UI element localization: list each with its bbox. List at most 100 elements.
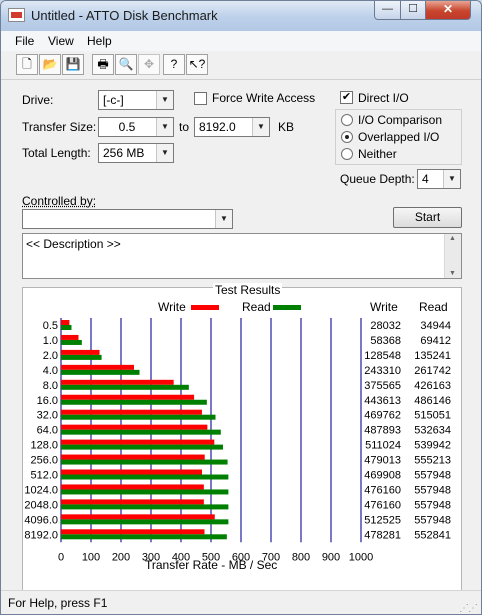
read-bar — [61, 414, 216, 420]
io-comparison-label: I/O Comparison — [358, 113, 443, 127]
kb-label: KB — [278, 120, 295, 134]
transfer-size-from-select[interactable]: 0.5 ▼ — [98, 117, 174, 137]
queue-depth-select[interactable]: 4 ▼ — [417, 169, 461, 189]
description-box[interactable]: << Description >> ▲ ▼ — [22, 233, 462, 279]
read-bar — [61, 474, 229, 480]
read-value: 532634 — [414, 425, 451, 437]
y-tick-label: 32.0 — [37, 410, 58, 422]
menu-file[interactable]: File — [15, 34, 34, 48]
read-bar — [61, 339, 82, 345]
direct-io-checkbox[interactable]: ✔ — [340, 91, 353, 104]
print-preview-icon[interactable]: 🔍 — [115, 54, 137, 75]
y-tick-label: 8192.0 — [24, 529, 58, 541]
total-length-label: Total Length: — [22, 146, 91, 160]
write-bar — [61, 379, 174, 385]
write-bar — [61, 454, 205, 460]
scroll-down-icon[interactable]: ▼ — [449, 270, 456, 277]
read-bar — [61, 325, 72, 330]
controlled-by-select[interactable]: ▼ — [22, 209, 233, 229]
read-value: 426163 — [414, 380, 451, 392]
resize-grip-icon[interactable]: ⋰⋰ — [459, 603, 478, 614]
read-bar — [61, 519, 229, 525]
app-icon — [8, 8, 25, 22]
write-bar — [61, 469, 202, 475]
y-tick-label: 2048.0 — [24, 499, 58, 511]
context-help-icon[interactable]: ↖? — [186, 54, 208, 75]
drive-select[interactable]: [-c-] ▼ — [98, 90, 174, 110]
test-results-panel: Test Results Write Read Write Read 0 100 2… — [22, 283, 462, 592]
x-tick-label: 100 — [82, 551, 100, 563]
y-tick-label: 16.0 — [37, 395, 58, 407]
neither-radio[interactable] — [341, 148, 353, 160]
read-bar — [61, 504, 229, 510]
chevron-down-icon[interactable]: ▼ — [443, 170, 460, 188]
read-bar — [61, 534, 227, 540]
y-tick-label: 4096.0 — [24, 514, 58, 526]
app-window: Untitled - ATTO Disk Benchmark — ☐ ✕ Fil… — [0, 0, 482, 615]
status-bar: For Help, press F1 ⋰⋰ — [1, 590, 481, 614]
y-tick-label: 4.0 — [43, 365, 58, 377]
transfer-size-label: Transfer Size: — [22, 120, 97, 134]
new-document-icon[interactable]: 🗋 — [16, 54, 38, 75]
chevron-down-icon[interactable]: ▼ — [156, 118, 173, 136]
scroll-up-icon[interactable]: ▲ — [449, 235, 456, 242]
write-bar — [61, 484, 204, 490]
write-bar — [61, 320, 70, 325]
read-bar — [61, 444, 223, 450]
x-axis-label: Transfer Rate - MB / Sec — [145, 558, 278, 572]
write-value: 28032 — [370, 320, 401, 332]
save-icon[interactable]: 💾 — [62, 54, 84, 75]
minimize-button[interactable]: — — [374, 1, 401, 20]
y-tick-label: 64.0 — [37, 425, 58, 437]
total-length-value: 256 MB — [103, 146, 145, 160]
y-tick-label: 256.0 — [30, 455, 58, 467]
status-text: For Help, press F1 — [8, 596, 108, 610]
start-button[interactable]: Start — [393, 207, 462, 228]
read-bar — [61, 354, 102, 360]
write-bar — [61, 424, 208, 430]
open-folder-icon[interactable]: 📂 — [39, 54, 61, 75]
write-value: 512525 — [364, 514, 401, 526]
print-icon[interactable]: 🖶 — [92, 54, 114, 75]
write-bar — [61, 439, 215, 445]
write-bar — [61, 334, 79, 340]
queue-depth-label: Queue Depth: — [340, 172, 415, 186]
results-title: Test Results — [213, 283, 283, 297]
menu-view[interactable]: View — [48, 34, 74, 48]
description-scrollbar[interactable]: ▲ ▼ — [444, 234, 461, 278]
write-bar — [61, 514, 215, 520]
menu-bar: File View Help — [1, 31, 481, 51]
io-comparison-radio[interactable] — [341, 114, 353, 126]
chevron-down-icon[interactable]: ▼ — [252, 118, 269, 136]
close-button[interactable]: ✕ — [425, 1, 471, 20]
write-value: 478281 — [364, 529, 401, 541]
chevron-down-icon[interactable]: ▼ — [215, 210, 232, 228]
total-length-select[interactable]: 256 MB ▼ — [98, 143, 174, 163]
overlapped-io-label: Overlapped I/O — [358, 130, 440, 144]
chevron-down-icon[interactable]: ▼ — [156, 91, 173, 109]
window-title: Untitled - ATTO Disk Benchmark — [31, 8, 218, 23]
force-write-checkbox[interactable] — [194, 92, 207, 105]
controlled-by-label: Controlled by: — [22, 194, 97, 208]
write-value: 443613 — [364, 395, 401, 407]
transfer-to-value: 8192.0 — [199, 120, 236, 134]
queue-depth-value: 4 — [422, 172, 429, 186]
write-value: 469762 — [364, 410, 401, 422]
write-value: 511024 — [365, 440, 401, 452]
transfer-size-to-select[interactable]: 8192.0 ▼ — [194, 117, 270, 137]
title-bar[interactable]: Untitled - ATTO Disk Benchmark — ☐ ✕ — [1, 1, 481, 31]
write-value: 476160 — [364, 484, 401, 496]
direct-io-label: Direct I/O — [358, 91, 409, 105]
read-value: 69412 — [420, 335, 451, 347]
maximize-button[interactable]: ☐ — [400, 1, 426, 20]
write-bar — [61, 394, 195, 400]
drive-value: [-c-] — [103, 93, 124, 107]
read-value: 135241 — [414, 350, 451, 362]
read-value: 261742 — [414, 365, 451, 377]
move-cross-icon[interactable]: ✥ — [138, 54, 160, 75]
menu-help[interactable]: Help — [87, 34, 112, 48]
help-icon[interactable]: ? — [163, 54, 185, 75]
chevron-down-icon[interactable]: ▼ — [156, 144, 173, 162]
overlapped-io-radio[interactable] — [341, 131, 353, 143]
write-value: 479013 — [364, 455, 401, 467]
